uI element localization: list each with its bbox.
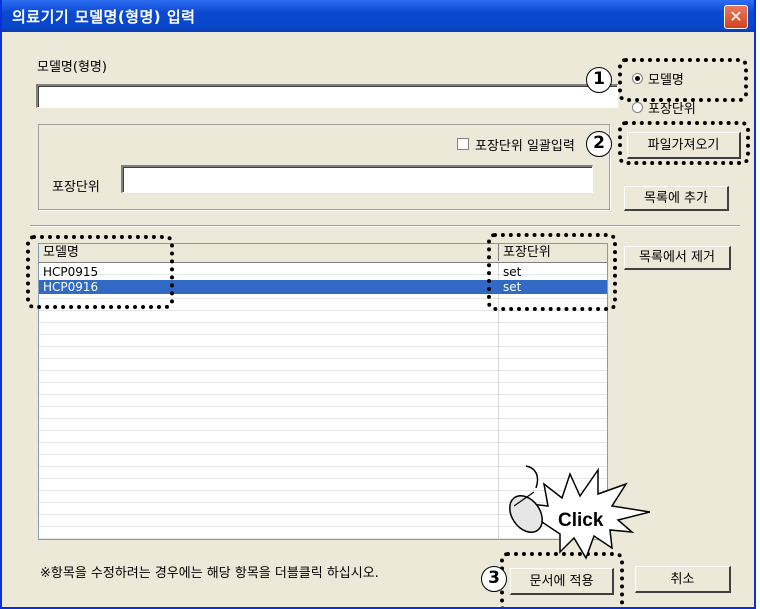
step-3-badge: 3	[481, 566, 507, 592]
click-callout-icon: Click	[509, 465, 650, 560]
cancel-button[interactable]: 취소	[635, 566, 731, 593]
highlight-unit-column	[487, 233, 617, 311]
highlight-radio-options	[618, 58, 748, 102]
separator	[30, 225, 740, 227]
window-title: 의료기기 모델명(형명) 입력	[12, 8, 196, 26]
highlight-import-button	[618, 121, 750, 165]
step-2-badge: 2	[586, 131, 612, 157]
model-name-input[interactable]	[36, 84, 618, 108]
title-bar[interactable]: 의료기기 모델명(형명) 입력 ✕	[2, 0, 754, 32]
step-1-badge: 1	[586, 67, 612, 93]
bulk-package-checkbox[interactable]	[457, 138, 469, 150]
edit-hint-text: ※항목을 수정하려는 경우에는 해당 항목을 더블클릭 하십시오.	[40, 566, 379, 581]
remove-from-list-button[interactable]: 목록에서 제거	[624, 246, 731, 270]
package-unit-input[interactable]	[121, 165, 593, 193]
mouse-icon	[509, 465, 543, 533]
close-icon: ✕	[729, 7, 743, 26]
click-text: Click	[558, 510, 604, 531]
highlight-model-column	[26, 235, 174, 309]
package-unit-label: 포장단위	[52, 180, 100, 195]
close-button[interactable]: ✕	[724, 5, 748, 29]
bulk-package-label: 포장단위 일괄입력	[475, 139, 575, 154]
package-radio[interactable]	[632, 102, 643, 113]
add-to-list-button[interactable]: 목록에 추가	[624, 186, 729, 211]
dialog-window: 의료기기 모델명(형명) 입력 ✕ 모델명(형명) 모델명 포장단위 포장단위 …	[0, 0, 756, 609]
model-name-label: 모델명(형명)	[37, 60, 107, 75]
